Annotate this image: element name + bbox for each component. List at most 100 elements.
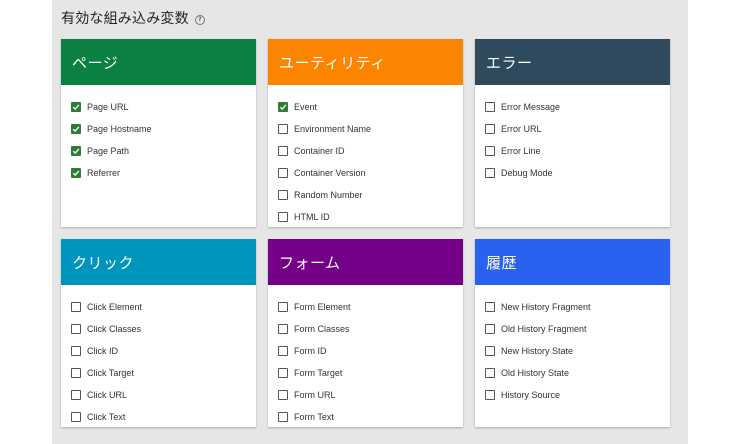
variable-label: Click Element bbox=[87, 302, 143, 312]
variable-item[interactable]: Debug Mode bbox=[475, 162, 670, 184]
variable-item[interactable]: Click Classes bbox=[61, 318, 256, 340]
variable-label: New History Fragment bbox=[501, 302, 591, 312]
variable-item[interactable]: Click URL bbox=[61, 384, 256, 406]
variable-list: Event Environment Name Container ID Contain… bbox=[268, 85, 463, 227]
variable-label: Environment Name bbox=[294, 124, 372, 134]
variable-item[interactable]: Form Text bbox=[268, 406, 463, 427]
variable-item[interactable]: Error Line bbox=[475, 140, 670, 162]
variable-checkbox[interactable] bbox=[71, 390, 81, 400]
variable-item[interactable]: Form Target bbox=[268, 362, 463, 384]
variable-item[interactable]: Page URL bbox=[61, 96, 256, 118]
variable-checkbox[interactable] bbox=[71, 146, 81, 156]
variable-item[interactable]: History Source bbox=[475, 384, 670, 406]
variable-checkbox[interactable] bbox=[485, 324, 495, 334]
variable-item[interactable]: Form Classes bbox=[268, 318, 463, 340]
variable-item[interactable]: Error Message bbox=[475, 96, 670, 118]
variable-checkbox[interactable] bbox=[278, 146, 288, 156]
variable-checkbox[interactable] bbox=[485, 368, 495, 378]
variable-checkbox[interactable] bbox=[71, 368, 81, 378]
variable-checkbox[interactable] bbox=[278, 324, 288, 334]
help-icon[interactable]: ? bbox=[194, 15, 205, 25]
variable-item[interactable]: Old History Fragment bbox=[475, 318, 670, 340]
variable-checkbox[interactable] bbox=[278, 368, 288, 378]
checkmark-icon bbox=[72, 148, 80, 155]
variable-label: New History State bbox=[501, 346, 574, 356]
variable-item[interactable]: Environment Name bbox=[268, 118, 463, 140]
variable-checkbox[interactable] bbox=[278, 302, 288, 312]
variable-checkbox[interactable] bbox=[278, 346, 288, 356]
variable-checkbox[interactable] bbox=[485, 168, 495, 178]
card-history: 履歴 New History Fragment Old History Fragme… bbox=[475, 239, 670, 427]
checkmark-icon bbox=[72, 126, 80, 133]
variable-checkbox[interactable] bbox=[71, 102, 81, 112]
variable-checkbox[interactable] bbox=[71, 346, 81, 356]
variable-item[interactable]: Click Text bbox=[61, 406, 256, 427]
variable-item[interactable]: Form Element bbox=[268, 296, 463, 318]
page-title: 有効な組み込み変数 bbox=[61, 11, 189, 27]
variable-label: Form Target bbox=[294, 368, 343, 378]
card-form: フォーム Form Element Form Classes Form ID Form … bbox=[268, 239, 463, 427]
variable-label: Referrer bbox=[87, 168, 121, 178]
card-utility: ユーティリティ Event Environment Name Container ID… bbox=[268, 39, 463, 227]
variable-checkbox[interactable] bbox=[485, 302, 495, 312]
variable-label: Click Target bbox=[87, 368, 134, 378]
variable-label: HTML ID bbox=[294, 212, 330, 222]
variable-item[interactable]: Form ID bbox=[268, 340, 463, 362]
variable-label: Error URL bbox=[501, 124, 542, 134]
checkmark-icon bbox=[72, 104, 80, 111]
variable-item[interactable]: New History Fragment bbox=[475, 296, 670, 318]
variable-checkbox[interactable] bbox=[278, 102, 288, 112]
variable-checkbox[interactable] bbox=[71, 168, 81, 178]
variable-label: Click Text bbox=[87, 412, 126, 422]
variable-label: Old History State bbox=[501, 368, 570, 378]
checkmark-icon bbox=[72, 170, 80, 177]
variable-label: Form Classes bbox=[294, 324, 350, 334]
variable-checkbox[interactable] bbox=[485, 146, 495, 156]
variable-checkbox[interactable] bbox=[71, 412, 81, 422]
variable-item[interactable]: Page Path bbox=[61, 140, 256, 162]
variable-checkbox[interactable] bbox=[278, 190, 288, 200]
variable-checkbox[interactable] bbox=[71, 324, 81, 334]
variable-label: Error Message bbox=[501, 102, 561, 112]
variable-item[interactable]: Click ID bbox=[61, 340, 256, 362]
variable-item[interactable]: Form URL bbox=[268, 384, 463, 406]
card-click: クリック Click Element Click Classes Click ID Cl… bbox=[61, 239, 256, 427]
variable-item[interactable]: Referrer bbox=[61, 162, 256, 184]
variable-item[interactable]: Click Target bbox=[61, 362, 256, 384]
checkmark-icon bbox=[279, 104, 287, 111]
card-header: ユーティリティ bbox=[268, 39, 463, 85]
variable-item[interactable]: Old History State bbox=[475, 362, 670, 384]
variable-checkbox[interactable] bbox=[485, 390, 495, 400]
card-error: エラー Error Message Error URL Error Line Debug… bbox=[475, 39, 670, 227]
variable-label: Container Version bbox=[294, 168, 366, 178]
variable-label: Form Element bbox=[294, 302, 351, 312]
variable-checkbox[interactable] bbox=[278, 390, 288, 400]
variable-checkbox[interactable] bbox=[485, 346, 495, 356]
variable-item[interactable]: Error URL bbox=[475, 118, 670, 140]
variable-list: Form Element Form Classes Form ID Form Targ… bbox=[268, 285, 463, 427]
variable-label: Container ID bbox=[294, 146, 345, 156]
variable-item[interactable]: Click Element bbox=[61, 296, 256, 318]
card-header: クリック bbox=[61, 239, 256, 285]
variable-label: Old History Fragment bbox=[501, 324, 587, 334]
variable-checkbox[interactable] bbox=[278, 168, 288, 178]
variable-checkbox[interactable] bbox=[485, 124, 495, 134]
variable-item[interactable]: Container Version bbox=[268, 162, 463, 184]
variable-item[interactable]: Random Number bbox=[268, 184, 463, 206]
variable-item[interactable]: Container ID bbox=[268, 140, 463, 162]
card-header: 履歴 bbox=[475, 239, 670, 285]
variable-checkbox[interactable] bbox=[71, 302, 81, 312]
variable-checkbox[interactable] bbox=[485, 102, 495, 112]
variable-label: Form URL bbox=[294, 390, 336, 400]
variable-checkbox[interactable] bbox=[71, 124, 81, 134]
built-in-variables-panel: 有効な組み込み変数 ? ページ Page URL Page Hostname Page… bbox=[52, 0, 688, 444]
variable-item[interactable]: HTML ID bbox=[268, 206, 463, 227]
variable-checkbox[interactable] bbox=[278, 412, 288, 422]
variable-checkbox[interactable] bbox=[278, 212, 288, 222]
variable-label: Page Path bbox=[87, 146, 130, 156]
variable-item[interactable]: New History State bbox=[475, 340, 670, 362]
variable-item[interactable]: Event bbox=[268, 96, 463, 118]
variable-checkbox[interactable] bbox=[278, 124, 288, 134]
card-header: フォーム bbox=[268, 239, 463, 285]
variable-item[interactable]: Page Hostname bbox=[61, 118, 256, 140]
